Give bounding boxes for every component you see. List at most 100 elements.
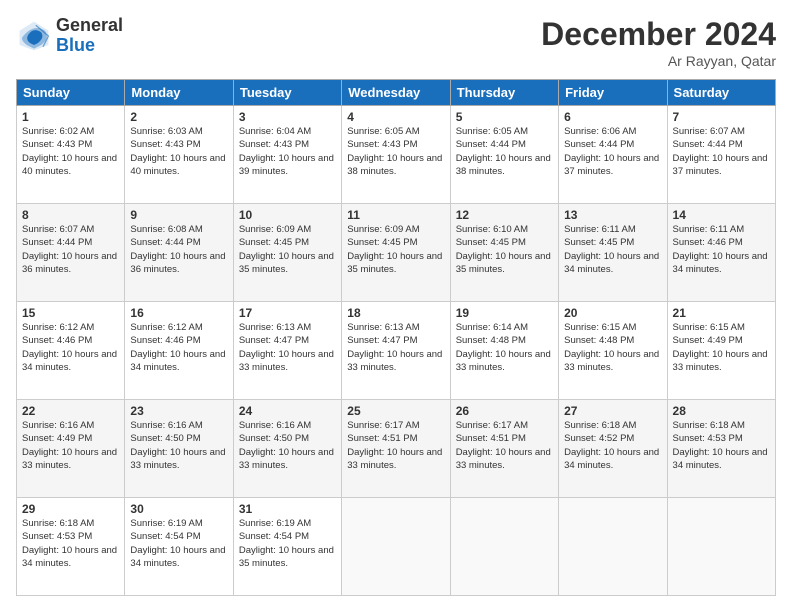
daylight-label: Daylight: 10 hours and 33 minutes. <box>130 447 225 471</box>
daylight-label: Daylight: 10 hours and 34 minutes. <box>673 251 768 275</box>
page: General Blue December 2024 Ar Rayyan, Qa… <box>0 0 792 612</box>
day-info: Sunrise: 6:07 AM Sunset: 4:44 PM Dayligh… <box>673 125 770 178</box>
day-number: 14 <box>673 208 770 222</box>
day-info: Sunrise: 6:16 AM Sunset: 4:50 PM Dayligh… <box>130 419 227 472</box>
day-cell: 20 Sunrise: 6:15 AM Sunset: 4:48 PM Dayl… <box>559 302 667 400</box>
daylight-label: Daylight: 10 hours and 35 minutes. <box>239 251 334 275</box>
day-number: 12 <box>456 208 553 222</box>
sunrise-label: Sunrise: 6:18 AM <box>564 420 636 431</box>
sunrise-label: Sunrise: 6:08 AM <box>130 224 202 235</box>
sunset-label: Sunset: 4:54 PM <box>239 531 309 542</box>
day-cell: 11 Sunrise: 6:09 AM Sunset: 4:45 PM Dayl… <box>342 204 450 302</box>
day-number: 24 <box>239 404 336 418</box>
day-number: 17 <box>239 306 336 320</box>
day-number: 27 <box>564 404 661 418</box>
day-cell: 23 Sunrise: 6:16 AM Sunset: 4:50 PM Dayl… <box>125 400 233 498</box>
sunset-label: Sunset: 4:44 PM <box>130 237 200 248</box>
day-number: 20 <box>564 306 661 320</box>
daylight-label: Daylight: 10 hours and 38 minutes. <box>456 153 551 177</box>
sunrise-label: Sunrise: 6:17 AM <box>347 420 419 431</box>
day-number: 31 <box>239 502 336 516</box>
sunset-label: Sunset: 4:43 PM <box>347 139 417 150</box>
sunset-label: Sunset: 4:50 PM <box>130 433 200 444</box>
sunrise-label: Sunrise: 6:09 AM <box>347 224 419 235</box>
sunset-label: Sunset: 4:43 PM <box>22 139 92 150</box>
day-cell: 2 Sunrise: 6:03 AM Sunset: 4:43 PM Dayli… <box>125 106 233 204</box>
sunset-label: Sunset: 4:44 PM <box>456 139 526 150</box>
day-info: Sunrise: 6:14 AM Sunset: 4:48 PM Dayligh… <box>456 321 553 374</box>
day-info: Sunrise: 6:05 AM Sunset: 4:43 PM Dayligh… <box>347 125 444 178</box>
day-cell: 28 Sunrise: 6:18 AM Sunset: 4:53 PM Dayl… <box>667 400 775 498</box>
sunrise-label: Sunrise: 6:16 AM <box>22 420 94 431</box>
day-cell <box>667 498 775 596</box>
daylight-label: Daylight: 10 hours and 33 minutes. <box>347 349 442 373</box>
day-number: 10 <box>239 208 336 222</box>
daylight-label: Daylight: 10 hours and 39 minutes. <box>239 153 334 177</box>
day-info: Sunrise: 6:12 AM Sunset: 4:46 PM Dayligh… <box>22 321 119 374</box>
day-info: Sunrise: 6:16 AM Sunset: 4:49 PM Dayligh… <box>22 419 119 472</box>
day-cell: 6 Sunrise: 6:06 AM Sunset: 4:44 PM Dayli… <box>559 106 667 204</box>
logo-icon <box>16 18 52 54</box>
daylight-label: Daylight: 10 hours and 33 minutes. <box>22 447 117 471</box>
sunrise-label: Sunrise: 6:13 AM <box>347 322 419 333</box>
day-number: 22 <box>22 404 119 418</box>
day-number: 29 <box>22 502 119 516</box>
day-cell: 30 Sunrise: 6:19 AM Sunset: 4:54 PM Dayl… <box>125 498 233 596</box>
day-cell: 14 Sunrise: 6:11 AM Sunset: 4:46 PM Dayl… <box>667 204 775 302</box>
day-number: 15 <box>22 306 119 320</box>
sunrise-label: Sunrise: 6:18 AM <box>22 518 94 529</box>
day-number: 26 <box>456 404 553 418</box>
daylight-label: Daylight: 10 hours and 34 minutes. <box>130 349 225 373</box>
daylight-label: Daylight: 10 hours and 38 minutes. <box>347 153 442 177</box>
sunset-label: Sunset: 4:44 PM <box>673 139 743 150</box>
daylight-label: Daylight: 10 hours and 33 minutes. <box>239 349 334 373</box>
sunset-label: Sunset: 4:45 PM <box>239 237 309 248</box>
daylight-label: Daylight: 10 hours and 40 minutes. <box>22 153 117 177</box>
day-number: 2 <box>130 110 227 124</box>
daylight-label: Daylight: 10 hours and 36 minutes. <box>22 251 117 275</box>
day-cell: 19 Sunrise: 6:14 AM Sunset: 4:48 PM Dayl… <box>450 302 558 400</box>
day-info: Sunrise: 6:02 AM Sunset: 4:43 PM Dayligh… <box>22 125 119 178</box>
week-row-2: 8 Sunrise: 6:07 AM Sunset: 4:44 PM Dayli… <box>17 204 776 302</box>
day-number: 11 <box>347 208 444 222</box>
sunset-label: Sunset: 4:47 PM <box>239 335 309 346</box>
col-saturday: Saturday <box>667 80 775 106</box>
sunset-label: Sunset: 4:43 PM <box>130 139 200 150</box>
day-number: 3 <box>239 110 336 124</box>
daylight-label: Daylight: 10 hours and 33 minutes. <box>239 447 334 471</box>
sunrise-label: Sunrise: 6:12 AM <box>130 322 202 333</box>
sunrise-label: Sunrise: 6:09 AM <box>239 224 311 235</box>
sunset-label: Sunset: 4:48 PM <box>564 335 634 346</box>
day-info: Sunrise: 6:18 AM Sunset: 4:53 PM Dayligh… <box>673 419 770 472</box>
sunset-label: Sunset: 4:44 PM <box>564 139 634 150</box>
day-info: Sunrise: 6:19 AM Sunset: 4:54 PM Dayligh… <box>130 517 227 570</box>
sunrise-label: Sunrise: 6:05 AM <box>347 126 419 137</box>
daylight-label: Daylight: 10 hours and 33 minutes. <box>347 447 442 471</box>
day-info: Sunrise: 6:16 AM Sunset: 4:50 PM Dayligh… <box>239 419 336 472</box>
day-info: Sunrise: 6:08 AM Sunset: 4:44 PM Dayligh… <box>130 223 227 276</box>
day-info: Sunrise: 6:19 AM Sunset: 4:54 PM Dayligh… <box>239 517 336 570</box>
logo-general: General <box>56 16 123 36</box>
sunset-label: Sunset: 4:52 PM <box>564 433 634 444</box>
sunset-label: Sunset: 4:43 PM <box>239 139 309 150</box>
daylight-label: Daylight: 10 hours and 35 minutes. <box>456 251 551 275</box>
day-number: 8 <box>22 208 119 222</box>
day-cell: 29 Sunrise: 6:18 AM Sunset: 4:53 PM Dayl… <box>17 498 125 596</box>
sunset-label: Sunset: 4:53 PM <box>673 433 743 444</box>
sunrise-label: Sunrise: 6:07 AM <box>22 224 94 235</box>
daylight-label: Daylight: 10 hours and 33 minutes. <box>673 349 768 373</box>
sunset-label: Sunset: 4:50 PM <box>239 433 309 444</box>
sunrise-label: Sunrise: 6:16 AM <box>130 420 202 431</box>
day-cell: 16 Sunrise: 6:12 AM Sunset: 4:46 PM Dayl… <box>125 302 233 400</box>
sunset-label: Sunset: 4:51 PM <box>456 433 526 444</box>
calendar-table: Sunday Monday Tuesday Wednesday Thursday… <box>16 79 776 596</box>
logo-text: General Blue <box>56 16 123 56</box>
daylight-label: Daylight: 10 hours and 37 minutes. <box>564 153 659 177</box>
logo-area: General Blue <box>16 16 123 56</box>
week-row-3: 15 Sunrise: 6:12 AM Sunset: 4:46 PM Dayl… <box>17 302 776 400</box>
sunset-label: Sunset: 4:46 PM <box>130 335 200 346</box>
day-info: Sunrise: 6:17 AM Sunset: 4:51 PM Dayligh… <box>347 419 444 472</box>
sunrise-label: Sunrise: 6:19 AM <box>239 518 311 529</box>
sunrise-label: Sunrise: 6:11 AM <box>673 224 745 235</box>
daylight-label: Daylight: 10 hours and 40 minutes. <box>130 153 225 177</box>
